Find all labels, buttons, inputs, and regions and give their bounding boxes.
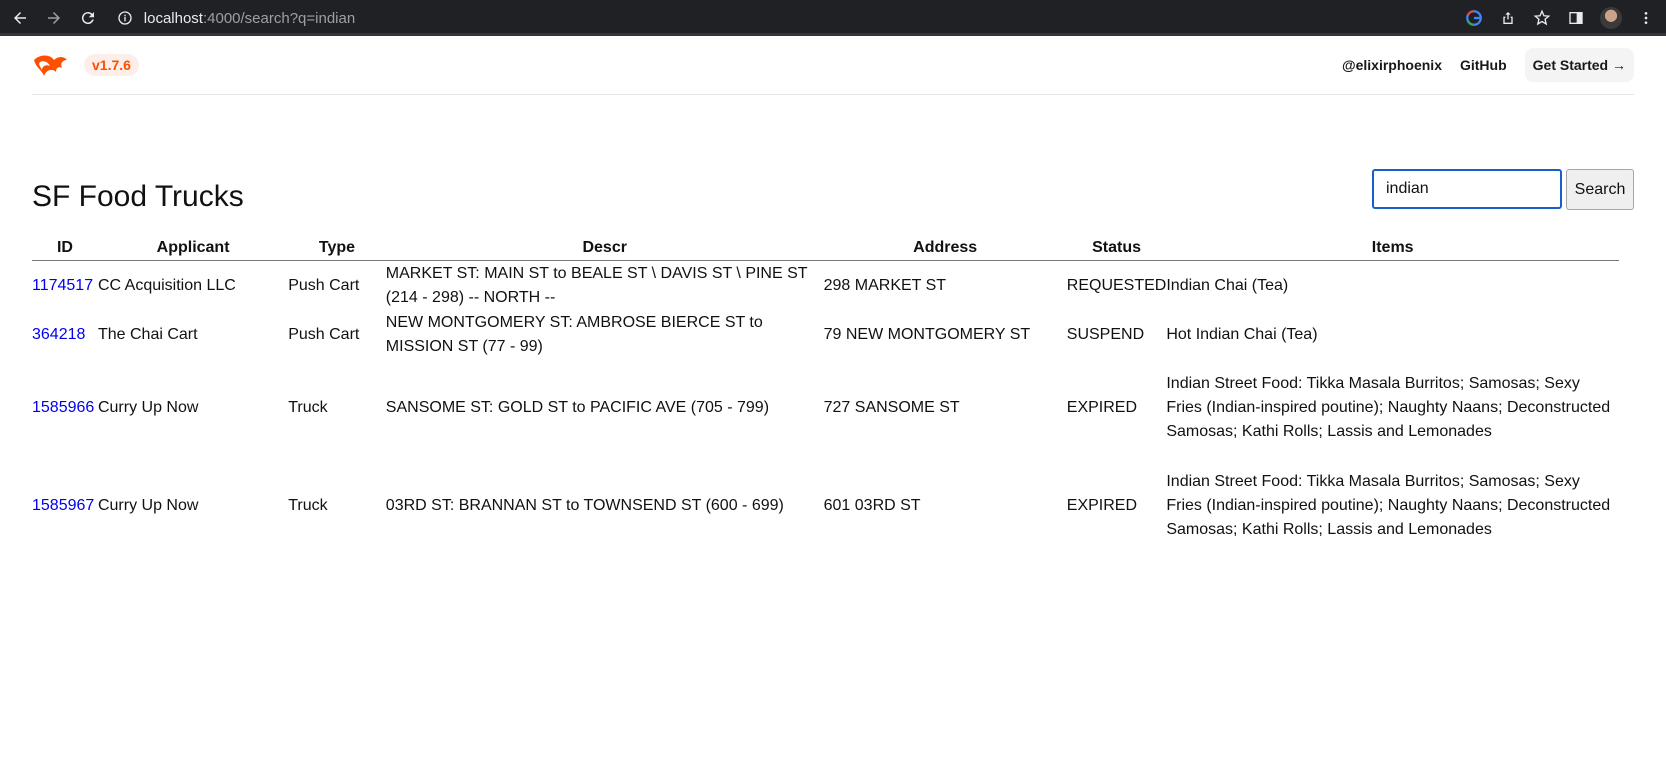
- google-icon[interactable]: [1464, 8, 1484, 28]
- cell-descr: MARKET ST: MAIN ST to BEALE ST \ DAVIS S…: [385, 265, 808, 306]
- cell-descr: 03RD ST: BRANNAN ST to TOWNSEND ST (600 …: [385, 497, 784, 514]
- cell-type: Push Cart: [288, 326, 360, 343]
- table-header-row: ID Applicant Type Descr Address Status I…: [32, 239, 1619, 261]
- back-icon[interactable]: [6, 4, 34, 32]
- cell-status: SUSPEND: [1066, 326, 1145, 343]
- cell-id: 1585967: [32, 457, 98, 555]
- cell-type: Truck: [288, 399, 328, 416]
- app-header: v1.7.6 @elixirphoenix GitHub Get Started…: [32, 36, 1634, 95]
- forward-icon[interactable]: [40, 4, 68, 32]
- cell-status: EXPIRED: [1066, 399, 1138, 416]
- cell-applicant: Curry Up Now: [97, 399, 199, 416]
- bookmark-star-icon[interactable]: [1532, 8, 1552, 28]
- cell-applicant: CC Acquisition LLC: [97, 277, 236, 294]
- search-button[interactable]: Search: [1566, 169, 1634, 210]
- cell-id: 1585966: [32, 359, 98, 457]
- cell-address: 79 NEW MONTGOMERY ST: [823, 326, 1031, 343]
- column-header-address: Address: [823, 239, 1067, 261]
- side-panel-icon[interactable]: [1566, 8, 1586, 28]
- cell-address: 727 SANSOME ST: [823, 399, 960, 416]
- column-header-descr: Descr: [385, 239, 824, 261]
- cell-id: 1174517: [32, 261, 98, 312]
- share-icon[interactable]: [1498, 8, 1518, 28]
- table-row: 1585967 Curry Up Now Truck 03RD ST: BRAN…: [32, 457, 1619, 555]
- profile-avatar[interactable]: [1600, 7, 1622, 29]
- results-table: ID Applicant Type Descr Address Status I…: [32, 239, 1619, 555]
- column-header-id: ID: [32, 239, 98, 261]
- github-link[interactable]: GitHub: [1460, 57, 1507, 73]
- column-header-items: Items: [1166, 239, 1619, 261]
- browser-toolbar: localhost:4000/search?q=indian: [0, 0, 1666, 36]
- cell-applicant: Curry Up Now: [97, 497, 199, 514]
- column-header-applicant: Applicant: [97, 239, 289, 261]
- table-row: 364218 The Chai Cart Push Cart NEW MONTG…: [32, 311, 1619, 359]
- elixirphoenix-link[interactable]: @elixirphoenix: [1342, 57, 1442, 73]
- cell-status: REQUESTED: [1066, 277, 1167, 294]
- site-info-icon[interactable]: [116, 9, 134, 27]
- cell-status: EXPIRED: [1066, 497, 1138, 514]
- phoenix-logo-icon[interactable]: [32, 52, 68, 78]
- cell-descr: NEW MONTGOMERY ST: AMBROSE BIERCE ST to …: [385, 314, 763, 355]
- cell-type: Truck: [288, 497, 328, 514]
- url-host: localhost: [143, 9, 203, 27]
- cell-id: 364218: [32, 311, 98, 359]
- cell-items: Hot Indian Chai (Tea): [1166, 326, 1318, 343]
- url-path: :4000/search?q=indian: [202, 9, 356, 27]
- truck-id-link[interactable]: 1174517: [32, 277, 93, 294]
- cell-address: 601 03RD ST: [823, 497, 921, 514]
- search-input[interactable]: [1372, 169, 1562, 209]
- page-title: SF Food Trucks: [32, 180, 244, 213]
- search-form: Search: [1372, 169, 1634, 210]
- cell-descr: SANSOME ST: GOLD ST to PACIFIC AVE (705 …: [385, 399, 770, 416]
- cell-items: Indian Chai (Tea): [1166, 277, 1289, 294]
- reload-icon[interactable]: [74, 4, 102, 32]
- get-started-button[interactable]: Get Started →: [1524, 48, 1634, 82]
- table-row: 1585966 Curry Up Now Truck SANSOME ST: G…: [32, 359, 1619, 457]
- cell-items: Indian Street Food: Tikka Masala Burrito…: [1166, 375, 1611, 440]
- truck-id-link[interactable]: 364218: [32, 326, 85, 343]
- cell-address: 298 MARKET ST: [823, 277, 947, 294]
- cell-applicant: The Chai Cart: [97, 326, 198, 343]
- version-badge: v1.7.6: [84, 54, 139, 76]
- address-bar[interactable]: localhost:4000/search?q=indian: [107, 4, 1464, 32]
- cell-items: Indian Street Food: Tikka Masala Burrito…: [1166, 473, 1611, 538]
- truck-id-link[interactable]: 1585966: [32, 399, 94, 416]
- table-row: 1174517 CC Acquisition LLC Push Cart MAR…: [32, 261, 1619, 312]
- cell-type: Push Cart: [288, 277, 360, 294]
- column-header-status: Status: [1066, 239, 1167, 261]
- menu-kebab-icon[interactable]: [1636, 8, 1656, 28]
- column-header-type: Type: [288, 239, 386, 261]
- truck-id-link[interactable]: 1585967: [32, 497, 94, 514]
